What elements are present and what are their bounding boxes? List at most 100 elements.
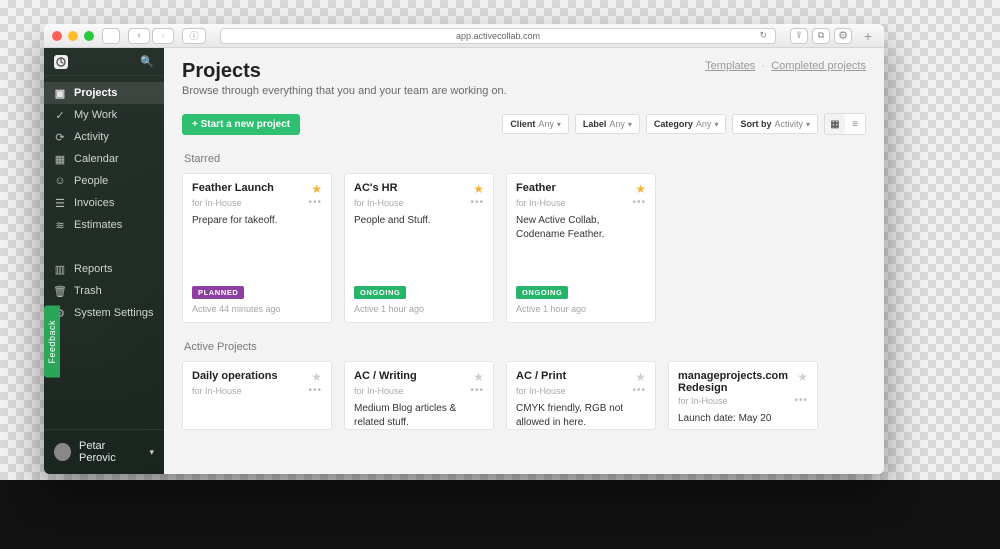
star-icon[interactable]: ★ [311,182,322,196]
project-card[interactable]: Feather Launch ★ for In-House ••• Prepar… [182,173,332,323]
project-client: for In-House [516,386,566,396]
sidebar-item-label: People [74,175,108,187]
project-card[interactable]: AC / Print ★ for In-House ••• CMYK frien… [506,361,656,430]
sidebar-toggle-button[interactable] [102,28,120,44]
window-titlebar: ‹ › ⓘ app.activecollab.com ↻ ⇪ ⧉ ⚙ + [44,24,884,48]
sort-control[interactable]: Sort byActivity▾ [732,114,818,134]
grid-view-button[interactable]: ▦ [825,114,845,134]
maximize-window-button[interactable] [84,31,94,41]
active-section-title: Active Projects [184,341,866,353]
project-description: Prepare for takeoff. [183,208,331,228]
more-icon[interactable]: ••• [632,385,646,396]
project-card[interactable]: Feather ★ for In-House ••• New Active Co… [506,173,656,323]
more-icon[interactable]: ••• [308,385,322,396]
sidebar-item-projects[interactable]: ▣ Projects [44,82,164,104]
nav-forward-button[interactable]: › [152,28,174,44]
project-description: New Active Collab, Codename Feather. [507,208,655,241]
sidebar-item-my-work[interactable]: ✓My Work [44,104,164,126]
calendar-icon: ▦ [54,153,66,165]
sidebar-item-label: Projects [74,87,117,99]
list-view-button[interactable]: ≡ [845,114,865,134]
active-cards: Daily operations ★ for In-House ••• AC /… [182,361,866,430]
starred-section-title: Starred [184,153,866,165]
project-card[interactable]: AC's HR ★ for In-House ••• People and St… [344,173,494,323]
sidebar-item-reports[interactable]: ▥ Reports [44,258,164,280]
view-toggle: ▦ ≡ [824,113,866,135]
app-logo[interactable] [54,55,68,69]
sidebar-item-label: My Work [74,109,117,121]
project-activity: Active 44 minutes ago [192,304,322,314]
project-client: for In-House [192,198,242,208]
more-icon[interactable]: ••• [794,395,808,406]
sidebar-item-people[interactable]: ☺ People [44,170,164,192]
star-icon[interactable]: ★ [635,370,646,384]
project-activity: Active 1 hour ago [516,304,646,314]
reload-icon[interactable]: ↻ [759,30,767,41]
chevron-down-icon: ▾ [149,447,154,458]
star-icon[interactable]: ★ [635,182,646,196]
avatar [54,443,71,461]
feedback-tab[interactable]: Feedback [44,306,60,378]
search-icon[interactable]: 🔍 [140,55,154,68]
chevron-down-icon: ▾ [628,120,632,129]
new-project-button[interactable]: + Start a new project [182,114,300,135]
sidebar-item-calendar[interactable]: ▦ Calendar [44,148,164,170]
tabs-button[interactable]: ⧉ [812,28,830,44]
project-title: Feather [516,182,635,194]
project-client: for In-House [516,198,566,208]
chevron-down-icon: ▾ [806,120,810,129]
filter-category[interactable]: CategoryAny▾ [646,114,727,134]
sidebar-item-trash[interactable]: 🗑Trash [44,280,164,302]
projects-icon: ▣ [54,87,66,99]
settings-button[interactable]: ⚙ [834,28,852,44]
project-title: AC / Writing [354,370,473,382]
project-client: for In-House [192,386,242,396]
star-icon[interactable]: ★ [311,370,322,384]
current-user[interactable]: Petar Perovic ▾ [44,429,164,474]
more-icon[interactable]: ••• [308,197,322,208]
minimize-window-button[interactable] [68,31,78,41]
sidebar-item-label: Calendar [74,153,119,165]
project-client: for In-House [678,396,728,406]
star-icon[interactable]: ★ [473,370,484,384]
sidebar-item-label: Reports [74,263,113,275]
sidebar-item-label: Estimates [74,219,122,231]
more-icon[interactable]: ••• [632,197,646,208]
sidebar-item-invoices[interactable]: ☰Invoices [44,192,164,214]
sidebar-item-system-settings[interactable]: ⚙System Settings [44,302,164,324]
project-description: People and Stuff. [345,208,493,228]
star-icon[interactable]: ★ [797,370,808,384]
chevron-down-icon: ▾ [557,120,561,129]
new-tab-button[interactable]: + [860,28,876,44]
reports-icon: ▥ [54,263,66,275]
people-icon: ☺ [54,175,66,187]
traffic-lights [52,31,94,41]
reader-button[interactable]: ⓘ [182,28,206,44]
project-title: Daily operations [192,370,311,382]
chevron-down-icon: ▾ [714,120,718,129]
completed-projects-link[interactable]: Completed projects [771,60,866,72]
sidebar-item-estimates[interactable]: ≋Estimates [44,214,164,236]
page-subtitle: Browse through everything that you and y… [182,85,507,97]
starred-cards: Feather Launch ★ for In-House ••• Prepar… [182,173,866,323]
project-description: Launch date: May 20 [669,406,817,426]
templates-link[interactable]: Templates [705,60,755,72]
star-icon[interactable]: ★ [473,182,484,196]
close-window-button[interactable] [52,31,62,41]
user-name: Petar Perovic [79,440,141,464]
share-button[interactable]: ⇪ [790,28,808,44]
status-badge: PLANNED [192,286,244,299]
project-card[interactable]: AC / Writing ★ for In-House ••• Medium B… [344,361,494,430]
filter-label[interactable]: LabelAny▾ [575,114,640,134]
sidebar-item-activity[interactable]: ⟳Activity [44,126,164,148]
project-card[interactable]: manageprojects.com Redesign ★ for In-Hou… [668,361,818,430]
more-icon[interactable]: ••• [470,197,484,208]
status-badge: ONGOING [516,286,568,299]
page-title: Projects [182,60,507,83]
nav-back-button[interactable]: ‹ [128,28,150,44]
browser-window: ‹ › ⓘ app.activecollab.com ↻ ⇪ ⧉ ⚙ + 🔍 ▣… [44,24,884,474]
address-bar[interactable]: app.activecollab.com ↻ [220,28,776,44]
project-card[interactable]: Daily operations ★ for In-House ••• [182,361,332,430]
filter-client[interactable]: ClientAny▾ [502,114,569,134]
more-icon[interactable]: ••• [470,385,484,396]
